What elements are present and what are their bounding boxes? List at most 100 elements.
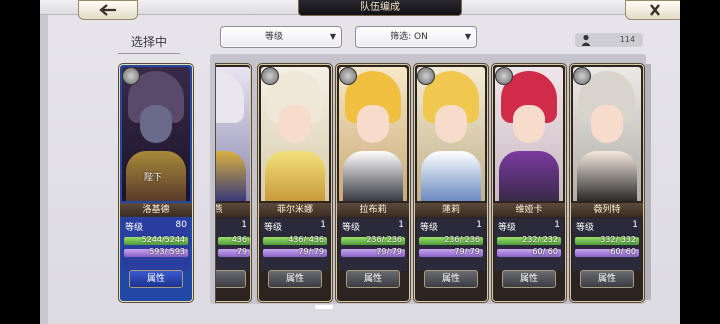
hp-bar: 436 <box>218 235 250 245</box>
level-row: 等级 1 <box>576 220 638 233</box>
hp-bar: 436/ 436 <box>263 235 327 245</box>
element-type-icon <box>417 67 435 85</box>
attribute-button[interactable]: 属性 <box>129 270 183 288</box>
level-value: 1 <box>398 220 404 230</box>
selected-character-card[interactable]: 陛下 洛基德 等级 80 5244/5244 593/ 593 属性 <box>119 64 193 302</box>
list-edge <box>645 64 651 300</box>
hp-bar: 236/ 236 <box>341 235 405 245</box>
page-title: 队伍编成 <box>298 0 462 16</box>
mp-value: 60/ 60 <box>610 247 636 256</box>
mp-value: 79/ 79 <box>454 247 480 256</box>
selecting-label: 选择中 <box>118 31 180 54</box>
character-portrait <box>573 67 641 201</box>
character-name: 拉布莉 <box>337 203 409 217</box>
chevron-down-icon: ▼ <box>329 32 336 41</box>
character-stats: 等级 1 236/ 236 79/ 79 <box>417 218 485 271</box>
attribute-button[interactable] <box>216 270 246 288</box>
character-stats: 等级 1 332/ 332 60/ 60 <box>573 218 641 271</box>
character-name: 菲尔米娜 <box>259 203 331 217</box>
back-button[interactable] <box>78 0 138 20</box>
chevron-down-icon: ▼ <box>464 32 471 41</box>
selected-tag: 陛下 <box>144 173 163 183</box>
sort-dropdown-value: 等级 <box>264 32 283 42</box>
level-row: 等级 80 <box>125 220 187 233</box>
level-label: 等级 <box>420 223 439 233</box>
level-row: 等级 1 <box>498 220 560 233</box>
character-stats: 等级 1 232/ 232 60/ 60 <box>495 218 563 271</box>
character-name: 洛基德 <box>120 203 192 217</box>
attribute-button[interactable]: 属性 <box>580 270 634 288</box>
hp-bar: 332/ 332 <box>575 235 639 245</box>
element-type-icon <box>122 67 140 85</box>
character-portrait <box>495 67 563 201</box>
character-portrait <box>216 67 250 201</box>
character-portrait <box>261 67 329 201</box>
mp-value: 79/ 79 <box>376 247 402 256</box>
level-row: 等级 1 <box>264 220 326 233</box>
attribute-button[interactable]: 属性 <box>424 270 478 288</box>
filter-dropdown-value: 筛选: ON <box>390 32 428 42</box>
level-label: 等级 <box>342 223 361 233</box>
level-row: 等级 1 <box>420 220 482 233</box>
hp-value: 232/ 232 <box>522 235 558 244</box>
hp-value: 236/ 236 <box>444 235 480 244</box>
back-arrow-icon <box>99 4 116 16</box>
character-stats: 1 436 79 <box>216 218 250 271</box>
character-card[interactable]: 维娅卡 等级 1 232/ 232 60/ 60 属性 <box>492 64 566 302</box>
mp-bar: 79/ 79 <box>341 247 405 257</box>
hp-bar: 232/ 232 <box>497 235 561 245</box>
level-label: 等级 <box>125 223 144 233</box>
level-value: 1 <box>554 220 560 230</box>
mp-bar: 79/ 79 <box>419 247 483 257</box>
mp-bar: 79 <box>218 247 250 257</box>
element-type-icon <box>573 67 591 85</box>
mp-value: 79 <box>236 247 247 256</box>
close-button[interactable] <box>625 0 680 20</box>
partial-character-card[interactable]: 燕 1 436 79 <box>216 64 251 302</box>
level-label: 等级 <box>264 223 283 233</box>
character-portrait: 陛下 <box>122 67 190 201</box>
sort-dropdown[interactable]: 等级 ▼ <box>220 26 342 48</box>
hp-value: 332/ 332 <box>600 235 636 244</box>
mp-value: 593/ 593 <box>149 247 185 256</box>
element-type-icon <box>339 67 357 85</box>
unit-count-box: 114 <box>575 33 643 47</box>
character-name: 维娅卡 <box>493 203 565 217</box>
game-screen: 队伍编成 选择中 等级 ▼ 筛选: ON ▼ 114 陛下 洛基德 等级 80 … <box>40 0 680 324</box>
element-type-icon <box>261 67 279 85</box>
scroll-indicator[interactable] <box>315 305 333 309</box>
level-value: 1 <box>241 220 247 230</box>
level-value: 1 <box>476 220 482 230</box>
side-strip <box>40 0 48 324</box>
hp-value: 5244/5244 <box>141 235 185 244</box>
level-label: 等级 <box>498 223 517 233</box>
mp-bar: 60/ 60 <box>575 247 639 257</box>
filter-dropdown[interactable]: 筛选: ON ▼ <box>355 26 477 48</box>
mp-bar: 60/ 60 <box>497 247 561 257</box>
hp-value: 436/ 436 <box>288 235 324 244</box>
character-stats: 等级 1 236/ 236 79/ 79 <box>339 218 407 271</box>
character-stats: 等级 1 436/ 436 79/ 79 <box>261 218 329 271</box>
element-type-icon <box>495 67 513 85</box>
character-stats: 等级 80 5244/5244 593/ 593 <box>122 218 190 271</box>
character-card[interactable]: 菲尔米娜 等级 1 436/ 436 79/ 79 属性 <box>258 64 332 302</box>
hp-value: 436 <box>231 235 247 244</box>
hp-bar: 236/ 236 <box>419 235 483 245</box>
mp-bar: 593/ 593 <box>124 247 188 257</box>
attribute-button[interactable]: 属性 <box>502 270 556 288</box>
character-name: 薇列特 <box>571 203 643 217</box>
character-name: 蓮莉 <box>415 203 487 217</box>
level-label: 等级 <box>576 223 595 233</box>
unit-count: 114 <box>619 35 635 44</box>
character-card[interactable]: 拉布莉 等级 1 236/ 236 79/ 79 属性 <box>336 64 410 302</box>
level-row: 等级 1 <box>342 220 404 233</box>
attribute-button[interactable]: 属性 <box>268 270 322 288</box>
level-value: 1 <box>320 220 326 230</box>
character-card[interactable]: 蓮莉 等级 1 236/ 236 79/ 79 属性 <box>414 64 488 302</box>
user-icon <box>581 34 591 46</box>
character-card[interactable]: 薇列特 等级 1 332/ 332 60/ 60 属性 <box>570 64 644 302</box>
mp-value: 79/ 79 <box>298 247 324 256</box>
mp-bar: 79/ 79 <box>263 247 327 257</box>
attribute-button[interactable]: 属性 <box>346 270 400 288</box>
hp-value: 236/ 236 <box>366 235 402 244</box>
